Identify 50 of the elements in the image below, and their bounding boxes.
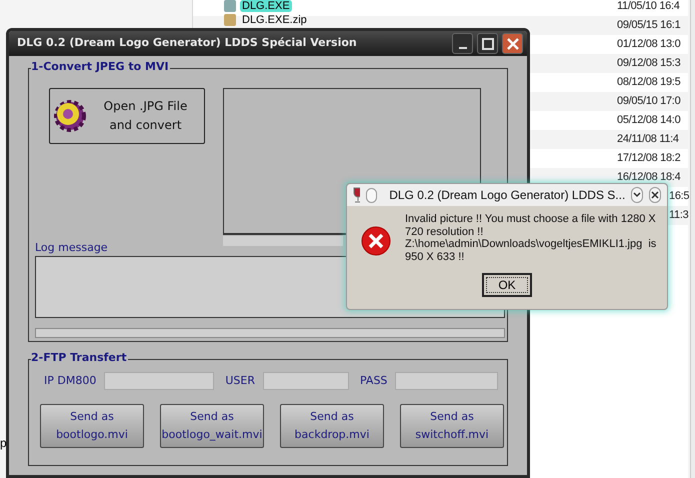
send-button[interactable]: Send as bootlogo_wait.mvi <box>160 404 264 448</box>
date-cell: 16/12/08 18:4 <box>617 171 680 183</box>
maximize-button[interactable] <box>477 33 498 54</box>
send-button[interactable]: Send as bootlogo.mvi <box>40 404 144 448</box>
file-name[interactable]: DLG.EXE.zip <box>240 14 309 26</box>
close-icon <box>651 191 660 199</box>
date-cell: 09/12/08 15:3 <box>617 57 680 69</box>
close-button[interactable] <box>502 33 523 54</box>
scrollbar[interactable] <box>223 236 343 246</box>
close-icon <box>506 38 518 50</box>
input-field[interactable] <box>395 372 498 390</box>
circle-button[interactable] <box>366 188 378 202</box>
date-cell: 16:5 <box>669 190 690 202</box>
open-file-button[interactable]: Open .JPG File and convert <box>49 88 205 144</box>
error-message: Invalid picture !! You must choose a file with 1280 X 720 resolution !! Z:\home\admin\Downloads\vogeltjesEMIKLI1.jpg is 950 X 633 !! <box>405 213 656 264</box>
close-button[interactable] <box>649 187 662 203</box>
maximize-icon <box>482 38 494 50</box>
ok-button[interactable]: OK <box>482 272 532 297</box>
date-cell: 11:3 <box>669 209 688 221</box>
scrollbar[interactable] <box>690 0 695 478</box>
field-label: IP DM800 <box>44 372 96 389</box>
date-cell: 05/12/08 14:0 <box>617 114 680 126</box>
field-label: USER <box>225 372 255 389</box>
stray-text: p <box>0 436 7 450</box>
file-icon <box>224 0 236 12</box>
file-icon <box>224 14 236 26</box>
gear-icon <box>53 99 87 133</box>
dialog-title: DLG 0.2 (Dream Logo Generator) LDDS S... <box>389 187 626 204</box>
log-label: Log message <box>35 241 108 255</box>
date-cell: 17/12/08 18:2 <box>617 152 680 164</box>
chevron-down-icon <box>633 192 642 198</box>
date-cell: 01/12/08 13:0 <box>617 38 680 50</box>
minimize-button[interactable] <box>452 33 473 54</box>
error-icon <box>361 226 391 256</box>
field-label: PASS <box>360 372 388 389</box>
date-cell: 09/05/10 17:0 <box>617 95 680 107</box>
shade-button[interactable] <box>631 187 644 203</box>
date-cell: 08/12/08 19:5 <box>617 76 680 88</box>
send-button[interactable]: Send as backdrop.mvi <box>280 404 384 448</box>
input-field[interactable] <box>104 372 214 390</box>
window-title: DLG 0.2 (Dream Logo Generator) LDDS Spécial Version <box>17 35 358 52</box>
send-button[interactable]: Send as switchoff.mvi <box>400 404 504 448</box>
date-cell: 11/05/10 16:4 <box>617 0 680 12</box>
wine-glass-icon <box>353 187 360 203</box>
date-cell: 24/11/08 11:4 <box>617 133 679 145</box>
group-title: 1-Convert JPEG to MVI <box>31 60 170 74</box>
minimize-icon <box>458 46 466 48</box>
date-cell: 09/05/15 16:1 <box>617 19 680 31</box>
input-field[interactable] <box>262 372 349 390</box>
file-name[interactable]: DLG.EXE <box>240 0 292 12</box>
